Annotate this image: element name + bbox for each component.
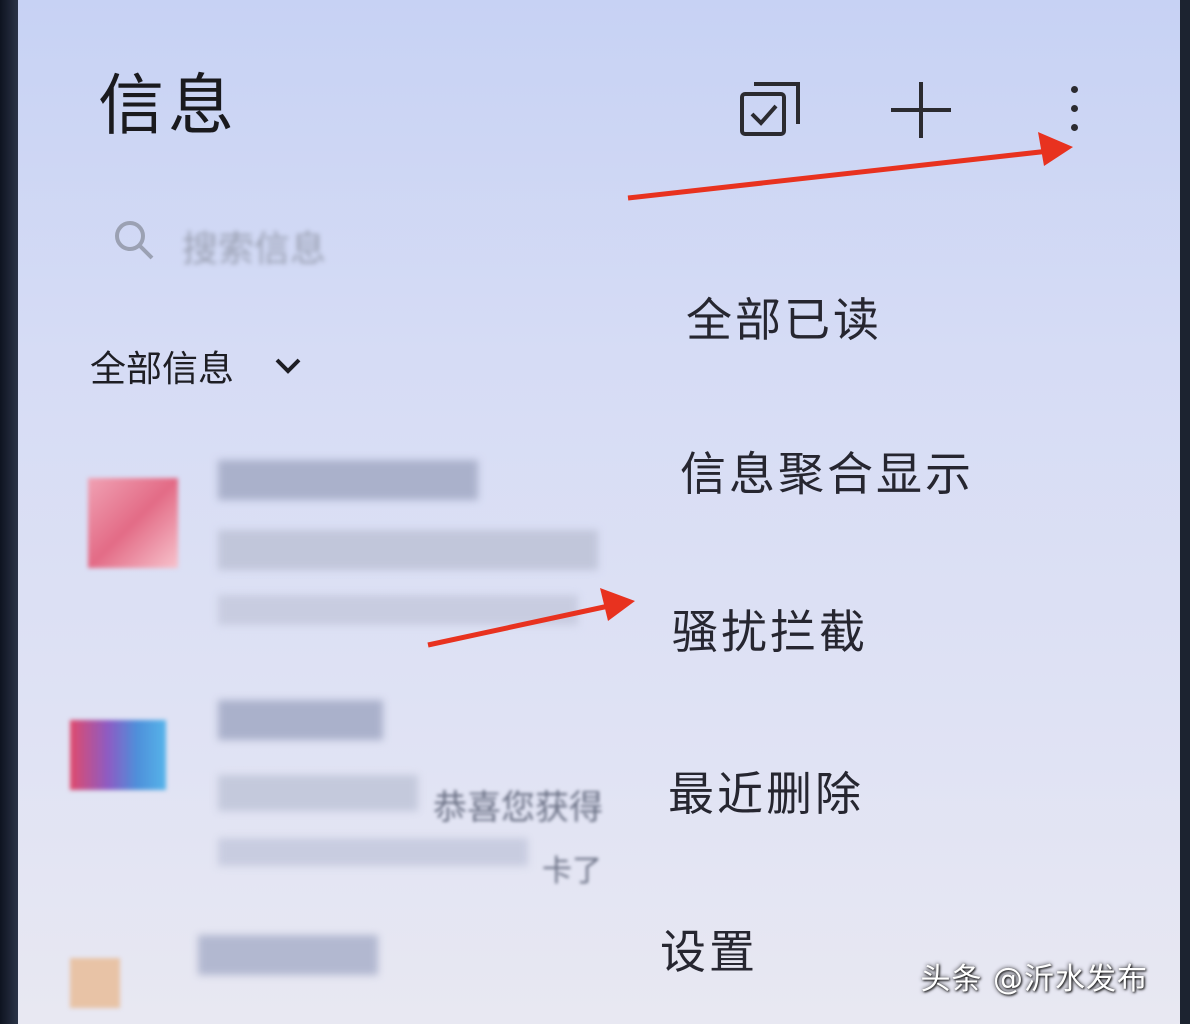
search-placeholder: 搜索信息 xyxy=(182,229,327,270)
page-title: 信息 xyxy=(98,67,238,144)
conversation-snippet xyxy=(218,595,578,625)
menu-item-settings[interactable]: 设置 xyxy=(660,916,758,982)
conversation-title xyxy=(218,700,383,740)
conversation-snippet-text: 恭喜您获得 xyxy=(433,788,603,828)
menu-item-recently-deleted[interactable]: 最近删除 xyxy=(668,758,864,824)
overflow-menu: 全部已读 信息聚合显示 骚扰拦截 最近删除 设置 xyxy=(638,258,1158,998)
conversation-title xyxy=(218,460,478,500)
conversation-snippet xyxy=(218,838,528,866)
checkbox-select-icon[interactable] xyxy=(740,80,802,138)
avatar xyxy=(70,958,120,1008)
avatar xyxy=(88,478,178,568)
more-vertical-icon[interactable] xyxy=(1063,86,1085,146)
messages-screen: 信息 搜索信息 全部信息 恭喜您获得 卡了 全部已读 信息聚合显示 骚扰拦截 最… xyxy=(18,0,1180,1024)
arrow-head xyxy=(600,588,635,621)
menu-item-message-grouping[interactable]: 信息聚合显示 xyxy=(680,438,974,504)
conversation-snippet xyxy=(218,775,418,811)
menu-item-mark-all-read[interactable]: 全部已读 xyxy=(686,284,882,350)
avatar xyxy=(70,720,166,790)
search-icon xyxy=(112,218,156,262)
conversation-snippet-text: 卡了 xyxy=(542,854,602,889)
message-filter-dropdown[interactable]: 全部信息 xyxy=(90,340,302,392)
search-input[interactable]: 搜索信息 xyxy=(104,210,524,270)
conversation-snippet xyxy=(218,530,598,570)
arrow-to-more-menu xyxy=(627,147,1059,201)
menu-item-spam-blocking[interactable]: 骚扰拦截 xyxy=(672,596,868,662)
conversation-title xyxy=(198,935,378,975)
watermark: 头条 @沂水发布 xyxy=(920,962,1148,997)
plus-icon[interactable] xyxy=(888,80,954,140)
device-bezel xyxy=(0,0,18,1024)
filter-label: 全部信息 xyxy=(90,349,235,390)
chevron-down-icon xyxy=(275,358,301,374)
